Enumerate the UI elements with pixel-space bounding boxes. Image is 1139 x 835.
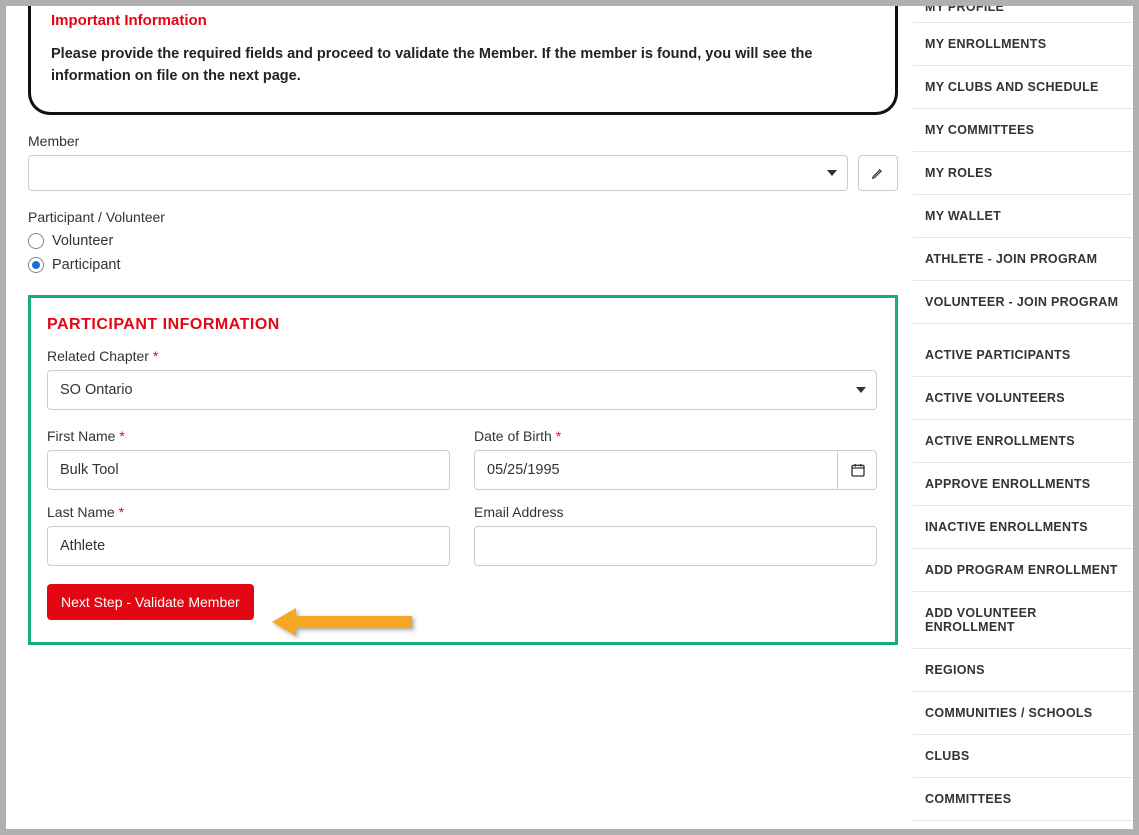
member-select[interactable] xyxy=(28,155,848,191)
pencil-icon xyxy=(871,166,885,180)
participant-info-panel: PARTICIPANT INFORMATION Related Chapter … xyxy=(28,295,898,645)
sidebar-item[interactable]: ADD PROGRAM ENROLLMENT xyxy=(913,549,1133,592)
calendar-button[interactable] xyxy=(837,450,877,490)
participant-volunteer-label: Participant / Volunteer xyxy=(28,209,898,225)
last-name-label: Last Name * xyxy=(47,504,450,520)
radio-icon xyxy=(28,233,44,249)
calendar-icon xyxy=(850,462,866,478)
sidebar-item[interactable]: MY ENROLLMENTS xyxy=(913,23,1133,66)
sidebar-item[interactable]: ACTIVE PARTICIPANTS xyxy=(913,334,1133,377)
panel-heading: PARTICIPANT INFORMATION xyxy=(47,316,877,334)
radio-icon-checked xyxy=(28,257,44,273)
sidebar-item[interactable]: ATHLETE - JOIN PROGRAM xyxy=(913,238,1133,281)
validate-member-button[interactable]: Next Step - Validate Member xyxy=(47,584,254,620)
member-label: Member xyxy=(28,133,898,149)
related-chapter-value: SO Ontario xyxy=(60,382,133,398)
radio-volunteer-label: Volunteer xyxy=(52,233,113,249)
sidebar-item[interactable]: COMMITTEES xyxy=(913,778,1133,821)
sidebar-item[interactable]: ACTIVE ENROLLMENTS xyxy=(913,420,1133,463)
sidebar-item[interactable]: ADD VOLUNTEER ENROLLMENT xyxy=(913,592,1133,649)
sidebar-item[interactable]: VOLUNTEER - JOIN PROGRAM xyxy=(913,281,1133,324)
radio-participant-label: Participant xyxy=(52,257,121,273)
radio-participant[interactable]: Participant xyxy=(28,257,898,273)
dob-input[interactable] xyxy=(474,450,877,490)
sidebar-item[interactable]: NEW FACILITY xyxy=(913,821,1133,829)
edit-button[interactable] xyxy=(858,155,898,191)
sidebar-item[interactable]: MY CLUBS AND SCHEDULE xyxy=(913,66,1133,109)
sidebar-item[interactable]: MY ROLES xyxy=(913,152,1133,195)
radio-volunteer[interactable]: Volunteer xyxy=(28,233,898,249)
sidebar-item[interactable]: INACTIVE ENROLLMENTS xyxy=(913,506,1133,549)
chevron-down-icon xyxy=(856,387,866,393)
related-chapter-select[interactable]: SO Ontario xyxy=(47,370,877,410)
last-name-input[interactable] xyxy=(47,526,450,566)
first-name-input[interactable] xyxy=(47,450,450,490)
sidebar-item[interactable]: APPROVE ENROLLMENTS xyxy=(913,463,1133,506)
sidebar: MY PROFILE MY ENROLLMENTS MY CLUBS AND S… xyxy=(913,6,1133,829)
sidebar-item[interactable]: ACTIVE VOLUNTEERS xyxy=(913,377,1133,420)
info-box: Important Information Please provide the… xyxy=(28,6,898,115)
sidebar-item[interactable]: COMMUNITIES / SCHOOLS xyxy=(913,692,1133,735)
sidebar-item[interactable]: CLUBS xyxy=(913,735,1133,778)
member-select-value xyxy=(29,156,41,173)
chevron-down-icon xyxy=(827,170,837,176)
sidebar-item[interactable]: REGIONS xyxy=(913,649,1133,692)
first-name-label: First Name * xyxy=(47,428,450,444)
email-label: Email Address xyxy=(474,504,877,520)
sidebar-item[interactable]: MY PROFILE xyxy=(913,6,1133,23)
related-chapter-label: Related Chapter * xyxy=(47,348,877,364)
sidebar-item[interactable]: MY COMMITTEES xyxy=(913,109,1133,152)
info-text: Please provide the required fields and p… xyxy=(51,43,875,88)
dob-label: Date of Birth * xyxy=(474,428,877,444)
email-input[interactable] xyxy=(474,526,877,566)
info-title: Important Information xyxy=(51,6,875,29)
sidebar-item[interactable]: MY WALLET xyxy=(913,195,1133,238)
